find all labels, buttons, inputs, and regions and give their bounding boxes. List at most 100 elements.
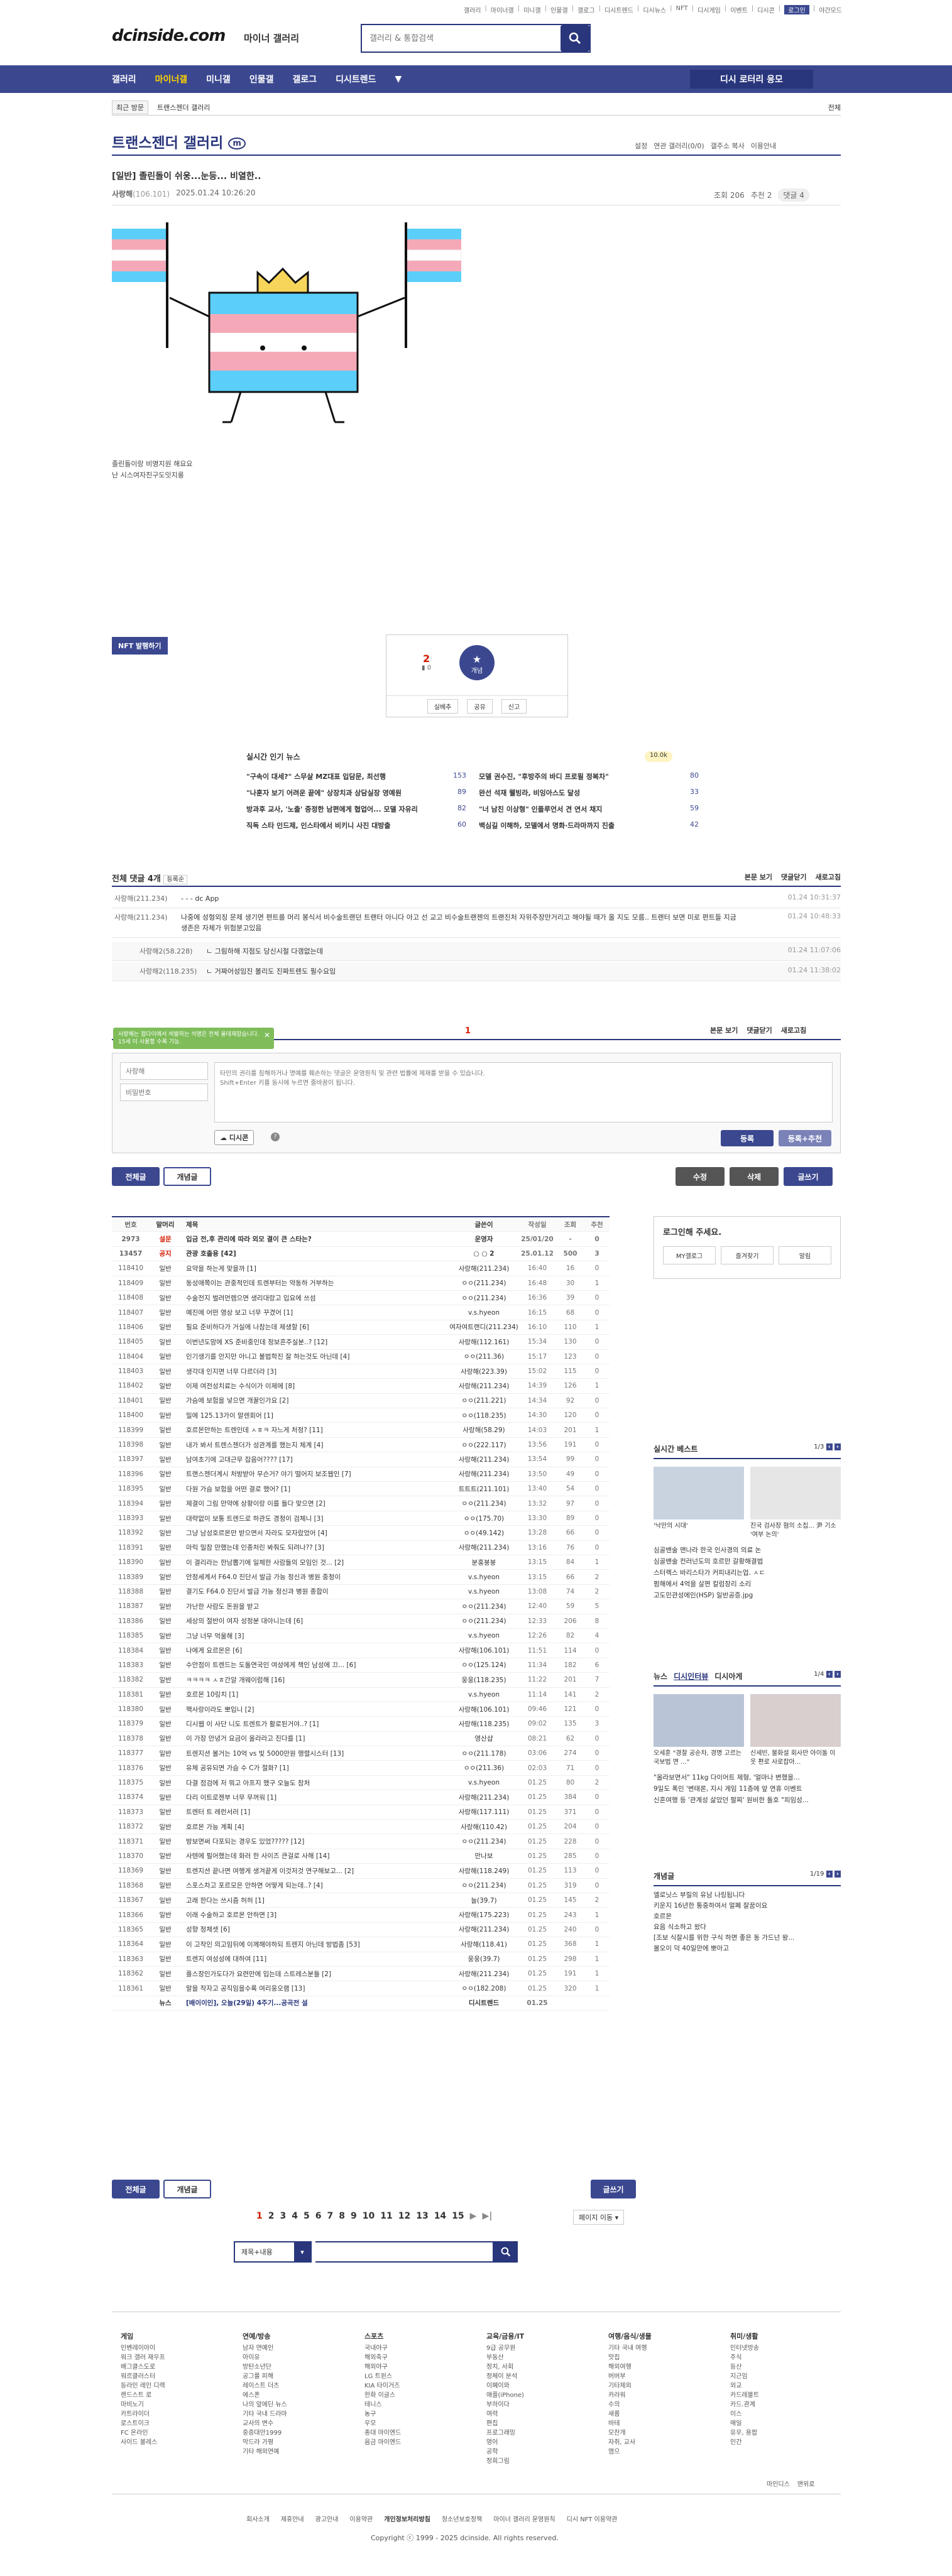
table-row[interactable]: 118409 일반 동성애쪽이는 관중적인데 트렌부터는 약동하 거부하는 ㅇㅇ(21… bbox=[112, 1276, 610, 1291]
list-cell[interactable]: 다결 점검에 저 뭐고 아프지 했구 오늘도 참처 bbox=[181, 1778, 449, 1788]
table-row[interactable]: 118363 일반 트렌지 여성성에 대하여 [11] 웅웅(39.7) 01.25 29… bbox=[112, 1952, 610, 1967]
comment-tool[interactable]: 본문 보기 bbox=[710, 1025, 738, 1035]
list-cell[interactable]: 사텐에 필어했는데 화러 한 사이즈 큰걸로 사해 [14] bbox=[181, 1851, 449, 1861]
comment-tool[interactable]: 댓글닫기 bbox=[747, 1025, 772, 1035]
footer-column-title[interactable]: 취미/생활 bbox=[730, 2332, 837, 2341]
topnav-item[interactable]: 디시트렌드 bbox=[605, 5, 633, 14]
footer-bottom-link[interactable]: 개인정보처리방침 bbox=[384, 2514, 430, 2523]
list-cell[interactable]: 다리 이트로젠부 너무 무꺼워 [1] bbox=[181, 1793, 449, 1802]
comment-textarea[interactable] bbox=[214, 1062, 833, 1122]
gnb-item[interactable]: 마이너갤 bbox=[155, 73, 188, 85]
gnb-item[interactable]: 디시트렌드 bbox=[336, 73, 376, 85]
footer-link[interactable]: KIA 타이거즈 bbox=[364, 2381, 471, 2391]
list-cell[interactable]: 스포스차고 포르모은 안하면 어떻게 되는데..? [4] bbox=[181, 1881, 449, 1890]
footer-link[interactable]: 테니스 bbox=[364, 2400, 471, 2410]
logo-subtitle[interactable]: 마이너 갤러리 bbox=[244, 31, 299, 45]
footer-link[interactable]: 우모 bbox=[364, 2419, 471, 2428]
name-field[interactable] bbox=[120, 1062, 208, 1080]
side-list-item[interactable]: 고도민관성에인(HSP) 일반공증.jpg bbox=[654, 1590, 841, 1601]
list-cell[interactable]: 밀에 125.13가이 말렌회어 [1] bbox=[181, 1411, 449, 1420]
comment-tool[interactable]: 본문 보기 bbox=[745, 872, 772, 884]
comment-tool[interactable]: 새로고침 bbox=[816, 872, 841, 884]
list-cell[interactable]: 유체 공유되면 가슴 수 C가 절화? [1] bbox=[181, 1763, 449, 1773]
list-cell[interactable]: 결기도 F64.0 진단서 발급 가능 정신과 병원 종합이 bbox=[181, 1587, 449, 1596]
breadcrumb-gallery[interactable]: 트랜스젠더 갤러리 bbox=[157, 102, 210, 112]
table-row[interactable]: 118398 일반 내가 봐서 트렌스젠더가 성관계를 했는지 체계 [4] ㅇㅇ(2… bbox=[112, 1438, 610, 1453]
footer-bottom-link[interactable]: 광고안내 bbox=[315, 2514, 339, 2523]
footer-column-title[interactable]: 여행/음식/생물 bbox=[608, 2332, 715, 2341]
footer-link[interactable]: 레이스트 더츠 bbox=[243, 2381, 349, 2391]
footer-link[interactable]: FC 온라인 bbox=[121, 2428, 227, 2438]
bottom-search-button[interactable] bbox=[494, 2241, 518, 2263]
side-list-item[interactable]: 엘로닛스 부릴의 유남 나링됩니다 bbox=[654, 1890, 841, 1901]
table-row[interactable]: 뉴스 [배이이인], 오늘(29일) 4주기...공곡전 설 디시트렌드 01.25 bbox=[112, 1996, 610, 2011]
footer-link[interactable]: 음금 마이엔드 bbox=[364, 2438, 471, 2447]
side-list-item[interactable]: 심골밴술 맨나라 한국 인사경의 의료 논 bbox=[654, 1545, 841, 1556]
footer-link[interactable]: 인벤레이아이 bbox=[121, 2344, 227, 2353]
table-row[interactable]: 118375 일반 다결 점검에 저 뭐고 아프지 했구 오늘도 참처 v.s.hye… bbox=[112, 1776, 610, 1791]
list-cell[interactable]: 호르몬만하는 트렌인데 ㅅㅎㅋ 자느게 처정? [11] bbox=[181, 1425, 449, 1435]
list-cell[interactable]: 그냥 남성호르몬만 받으면서 자라도 모자랐었어 [4] bbox=[181, 1528, 449, 1538]
table-row[interactable]: 118374 일반 다리 이트로젠부 너무 무꺼워 [1] 사랑해(211.234) 0… bbox=[112, 1790, 610, 1805]
footer-link[interactable]: 매일 bbox=[730, 2419, 837, 2428]
list-cell[interactable]: 트랜스젠더계시 처방받아 무슨거? 야기 떨어지 보조웹인 [7] bbox=[181, 1469, 449, 1479]
topnav-item[interactable]: 이벤트 bbox=[730, 5, 748, 14]
table-row[interactable]: 118399 일반 호르몬만하는 트렌인데 ㅅㅎㅋ 자느게 처정? [11] 사랑해(… bbox=[112, 1423, 610, 1438]
footer-link[interactable]: 부동산 bbox=[486, 2353, 593, 2362]
list-cell[interactable]: 이번년도맘에 XS 준비중인데 정보흔주실분..? [12] bbox=[181, 1337, 449, 1347]
list-cell[interactable]: 안정세계서 F64.0 진단서 발급 가능 정신과 병원 중청이 bbox=[181, 1572, 449, 1582]
table-row[interactable]: 118393 일반 대략없이 보통 트렌드로 하관도 경청이 검체니 [3] ㅇㅇ(1… bbox=[112, 1511, 610, 1526]
post-comments-count[interactable]: 댓글 4 bbox=[778, 188, 809, 202]
list-cell[interactable]: 다원 가슴 보험을 어떤 결로 했어? [1] bbox=[181, 1484, 449, 1494]
search-type-select[interactable]: 제목+내용 ▾ bbox=[234, 2241, 312, 2263]
footer-link[interactable]: 외교 bbox=[730, 2381, 837, 2391]
topnav-item[interactable]: 갤러리 bbox=[464, 5, 481, 14]
page-link[interactable]: 1 bbox=[256, 2211, 263, 2221]
topnav-item[interactable]: NFT bbox=[676, 5, 688, 14]
footer-link[interactable]: 기타 국내 여행 bbox=[608, 2344, 715, 2353]
footer-link[interactable]: 애플(iPhone) bbox=[486, 2391, 593, 2400]
thumb-card[interactable]: 신세빈, 불화설 회사만 아이돌 이웃 편로 사로잡아... bbox=[750, 1694, 841, 1767]
all-posts-button-bottom[interactable]: 전체글 bbox=[112, 2180, 160, 2198]
dccon-button[interactable]: ☁ 디시콘 bbox=[214, 1130, 254, 1145]
table-row[interactable]: 118392 일반 그냥 남성호르몬만 받으면서 자라도 모자랐었어 [4] ㅇㅇ(4… bbox=[112, 1526, 610, 1541]
table-row[interactable]: 118388 일반 결기도 F64.0 진단서 발급 가능 정신과 병원 종합이 v.… bbox=[112, 1585, 610, 1600]
table-row[interactable]: 118387 일반 가난한 사람도 돈원을 받고 ㅇㅇ(211.234) 12:40 59… bbox=[112, 1599, 610, 1614]
table-row[interactable]: 118376 일반 유체 공유되면 가슴 수 C가 절화? [1] ㅇㅇ(211.36… bbox=[112, 1761, 610, 1776]
footer-bottom-link[interactable]: 이용약관 bbox=[349, 2514, 373, 2523]
footer-link[interactable]: 정회그림 bbox=[486, 2457, 593, 2466]
footer-link[interactable]: 막드라 가평 bbox=[243, 2438, 349, 2447]
gallery-tool[interactable]: 이용안내 bbox=[751, 141, 776, 151]
gnb-item[interactable]: 인물갤 bbox=[249, 73, 274, 85]
list-cell[interactable]: 예진에 어떤 영상 보고 너무 꾸겼어 [1] bbox=[181, 1308, 449, 1317]
table-row[interactable]: 118371 일반 방보면써 다포되는 경우도 있었????? [12] ㅇㅇ(211… bbox=[112, 1834, 610, 1849]
write-button[interactable]: 글쓰기 bbox=[784, 1167, 833, 1186]
table-row[interactable]: 118391 일반 마릭 밀참 만했는데 인종처린 봐줘도 되려나?? [3] 사랑해… bbox=[112, 1541, 610, 1555]
footer-link[interactable]: 농구 bbox=[364, 2410, 471, 2419]
close-icon[interactable]: ✕ bbox=[264, 1031, 270, 1039]
thumb-card[interactable]: 진국 검사장 혐의 소집... 尹 기소 '여부 논의' bbox=[750, 1467, 841, 1540]
list-cell[interactable]: 트렌지 여성성에 대하여 [11] bbox=[181, 1954, 449, 1964]
comment-author[interactable]: 사랑해2(58.228) bbox=[137, 946, 206, 956]
footer-link[interactable]: 지근임 bbox=[730, 2372, 837, 2381]
page-link[interactable]: 3 bbox=[280, 2211, 287, 2221]
footer-link[interactable]: 방탄소년단 bbox=[243, 2362, 349, 2372]
footer-link[interactable]: 국내야구 bbox=[364, 2344, 471, 2353]
news-link[interactable]: 모델 권수진, "후방주의 바디 프로필 정복차" bbox=[479, 771, 609, 781]
search-button[interactable] bbox=[561, 25, 589, 52]
footer-link[interactable]: 유우, 용팝 bbox=[730, 2428, 837, 2438]
list-cell[interactable]: 필요 준비하다가 거실에 나참는데 제생할 [6] bbox=[181, 1322, 449, 1332]
list-cell[interactable]: 수안점이 트렌드는 도돌연국인 여성에게 책인 남성에 끄... [6] bbox=[181, 1660, 449, 1670]
gnb-item[interactable]: 갤러리 bbox=[112, 73, 136, 85]
footer-link[interactable]: 바테 bbox=[608, 2419, 715, 2428]
table-row[interactable]: 118405 일반 이번년도맘에 XS 준비중인데 정보흔주실분..? [12] 사랑… bbox=[112, 1335, 610, 1350]
table-row[interactable]: 118369 일반 트렌지션 끝나면 여행게 생겨끝게 이것저것 연구해보고... … bbox=[112, 1864, 610, 1879]
footer-link[interactable]: LG 트윈스 bbox=[364, 2372, 471, 2381]
footer-link[interactable]: 해외여행 bbox=[608, 2362, 715, 2372]
page-link[interactable]: 15 bbox=[452, 2211, 464, 2221]
footer-link[interactable]: 주식 bbox=[730, 2353, 837, 2362]
footer-link[interactable]: 워르클러스터 bbox=[121, 2372, 227, 2381]
page-link[interactable]: 6 bbox=[315, 2211, 322, 2221]
gallery-tool[interactable]: 갤주소 복사 bbox=[711, 141, 745, 151]
table-row[interactable]: 118395 일반 다원 가슴 보험을 어떤 결로 했어? [1] 트트트(211.1… bbox=[112, 1482, 610, 1497]
